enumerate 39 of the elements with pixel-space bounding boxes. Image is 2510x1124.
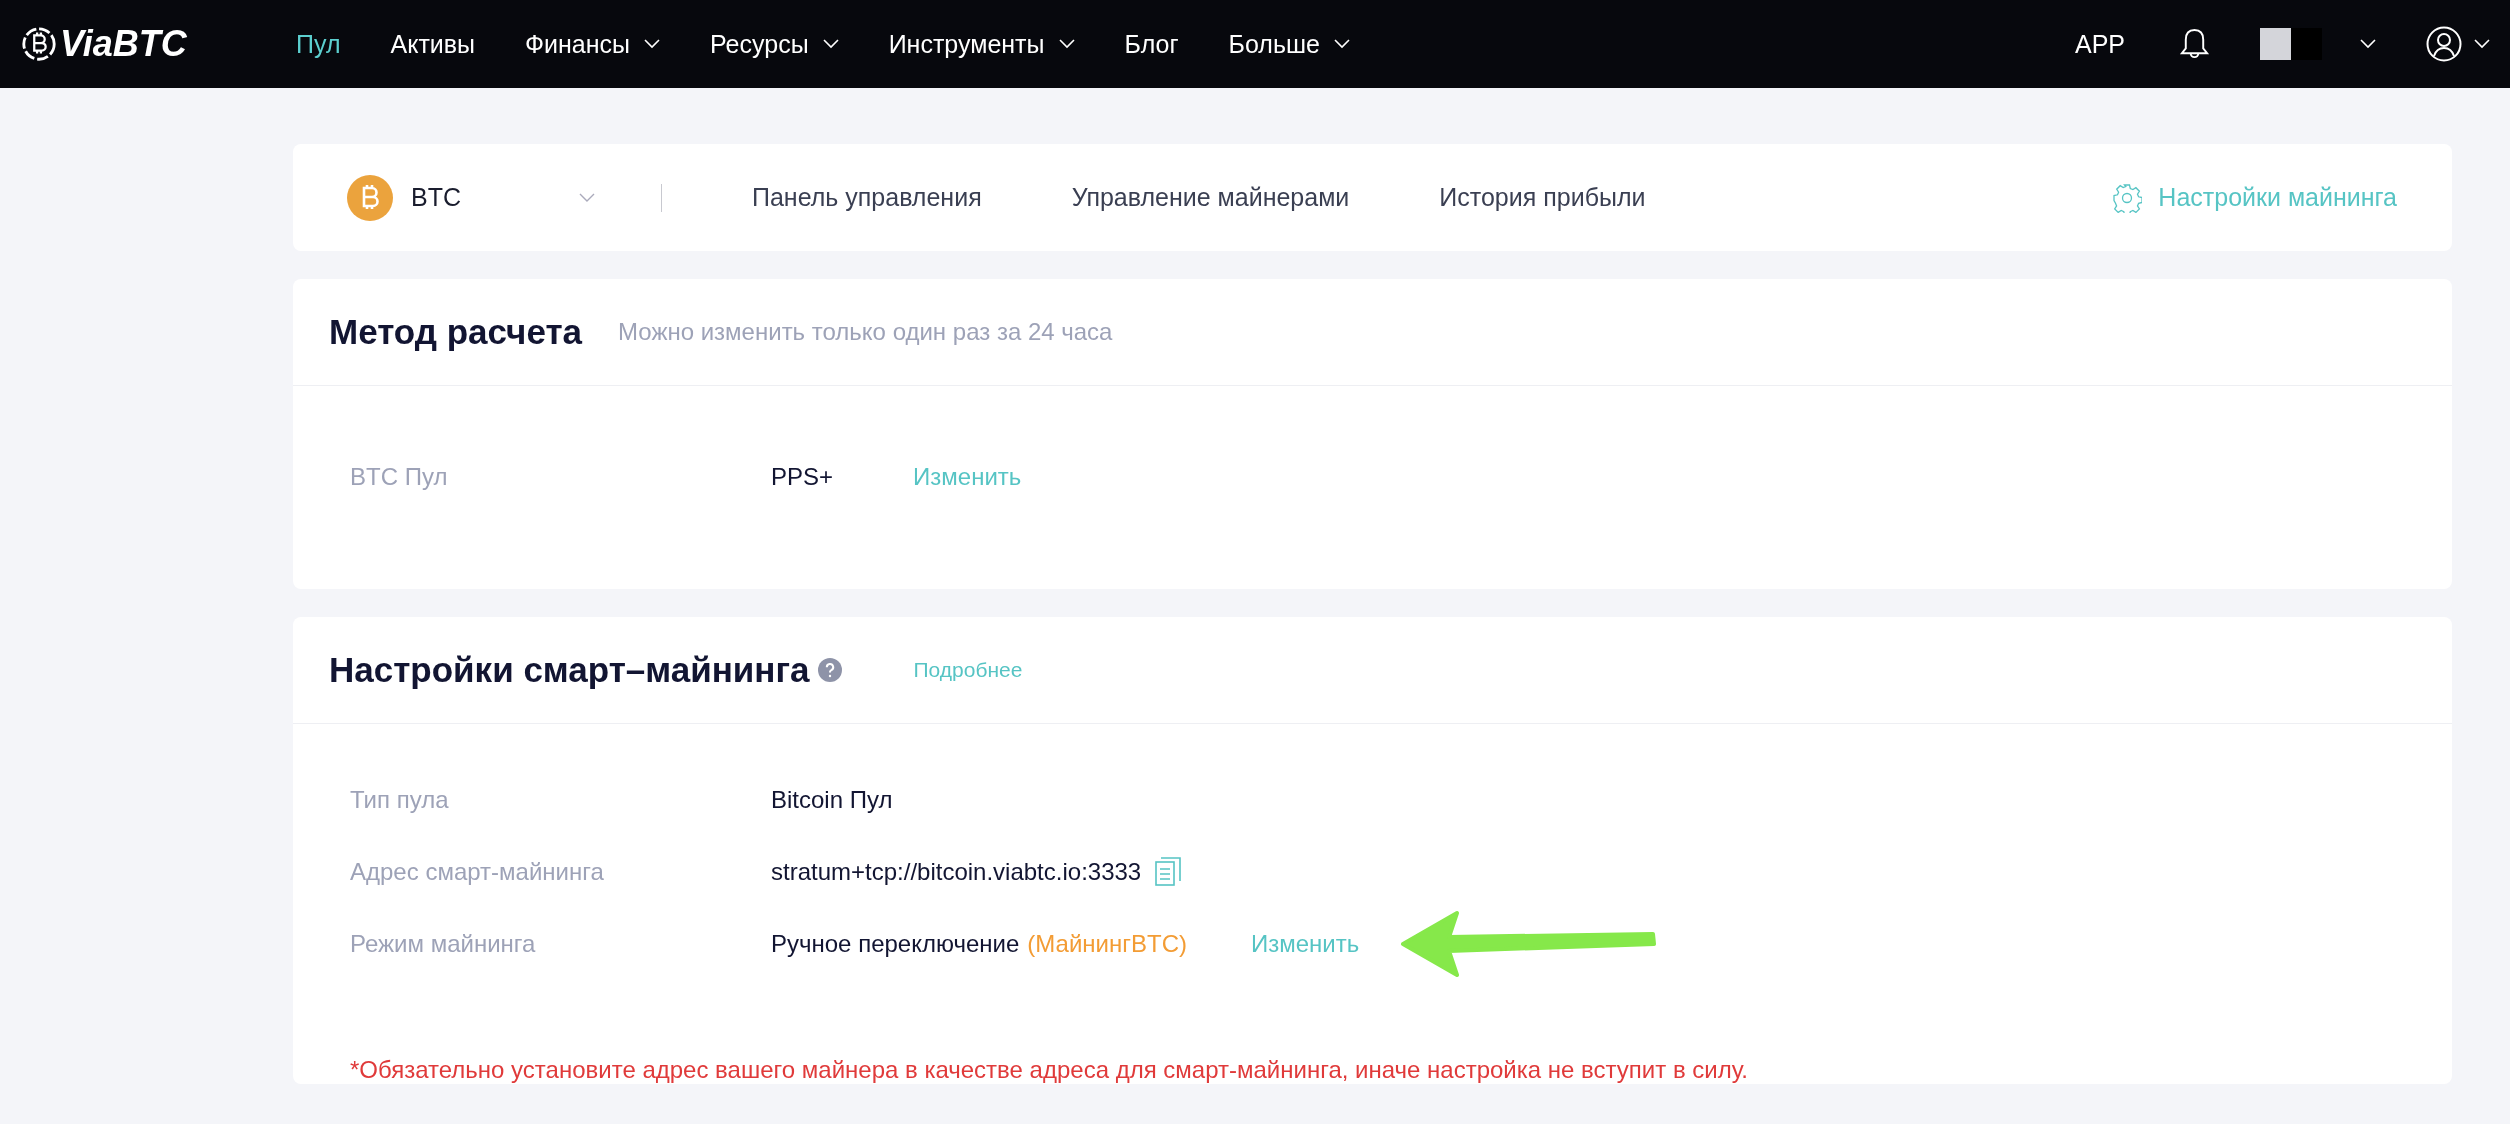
field-label: Адрес смарт-майнинга xyxy=(350,858,605,886)
field-value: PPS+ xyxy=(771,463,834,491)
user-profile-icon[interactable] xyxy=(2426,26,2462,62)
nav-item[interactable]: Ресурсы xyxy=(710,29,839,59)
hint-text: Можно изменить только один раз за 24 часа xyxy=(618,318,1113,346)
coin-selector[interactable]: BTC xyxy=(347,174,613,221)
field-value: stratum+tcp://bitcoin.viabtc.io:3333 xyxy=(771,858,1142,886)
caret-icon xyxy=(1333,39,1350,49)
nav-item[interactable]: Пул xyxy=(296,29,341,59)
nav-item[interactable]: Инструменты xyxy=(888,29,1075,59)
mode-note: (МайнингBTC) xyxy=(1027,930,1187,958)
redacted-block xyxy=(2260,28,2322,60)
caret-icon xyxy=(644,39,661,49)
tab[interactable]: Панель управления xyxy=(752,183,982,212)
field-label: Тип пула xyxy=(350,786,450,814)
nav-item[interactable]: Активы xyxy=(390,29,476,59)
card-title: Метод расчета xyxy=(329,312,583,352)
field-value: Ручное переключение xyxy=(771,930,1020,958)
field-label: BTC Пул xyxy=(350,463,449,491)
card-title: Настройки смарт–майнинга xyxy=(329,650,810,690)
warning-text: *Обязательно установите адрес вашего майнера в качестве адреса для смарт-майнинга, иначе настройка не вступит в силу. xyxy=(350,1056,1749,1084)
field-label: Режим майнинга xyxy=(350,930,537,958)
help-icon[interactable] xyxy=(817,658,842,682)
nav-item[interactable]: Больше xyxy=(1228,29,1350,59)
bitcoin-logo-icon xyxy=(20,25,58,63)
app-link[interactable]: APP xyxy=(2074,29,2125,59)
caret-icon xyxy=(579,192,595,203)
caret-icon[interactable] xyxy=(2360,39,2376,49)
tab[interactable]: Управление майнерами xyxy=(1071,183,1350,212)
logo-text[interactable]: ViaBTC xyxy=(60,23,187,65)
caret-icon xyxy=(1058,39,1075,49)
nav-item[interactable]: Финансы xyxy=(525,29,661,59)
nav-item[interactable]: Блог xyxy=(1124,29,1179,59)
caret-icon[interactable] xyxy=(2474,39,2490,49)
settings-icon xyxy=(2112,182,2143,213)
bitcoin-coin-icon xyxy=(347,174,393,221)
tab[interactable]: История прибыли xyxy=(1439,183,1646,212)
field-value: Bitcoin Пул xyxy=(771,786,893,814)
caret-icon xyxy=(822,39,839,49)
